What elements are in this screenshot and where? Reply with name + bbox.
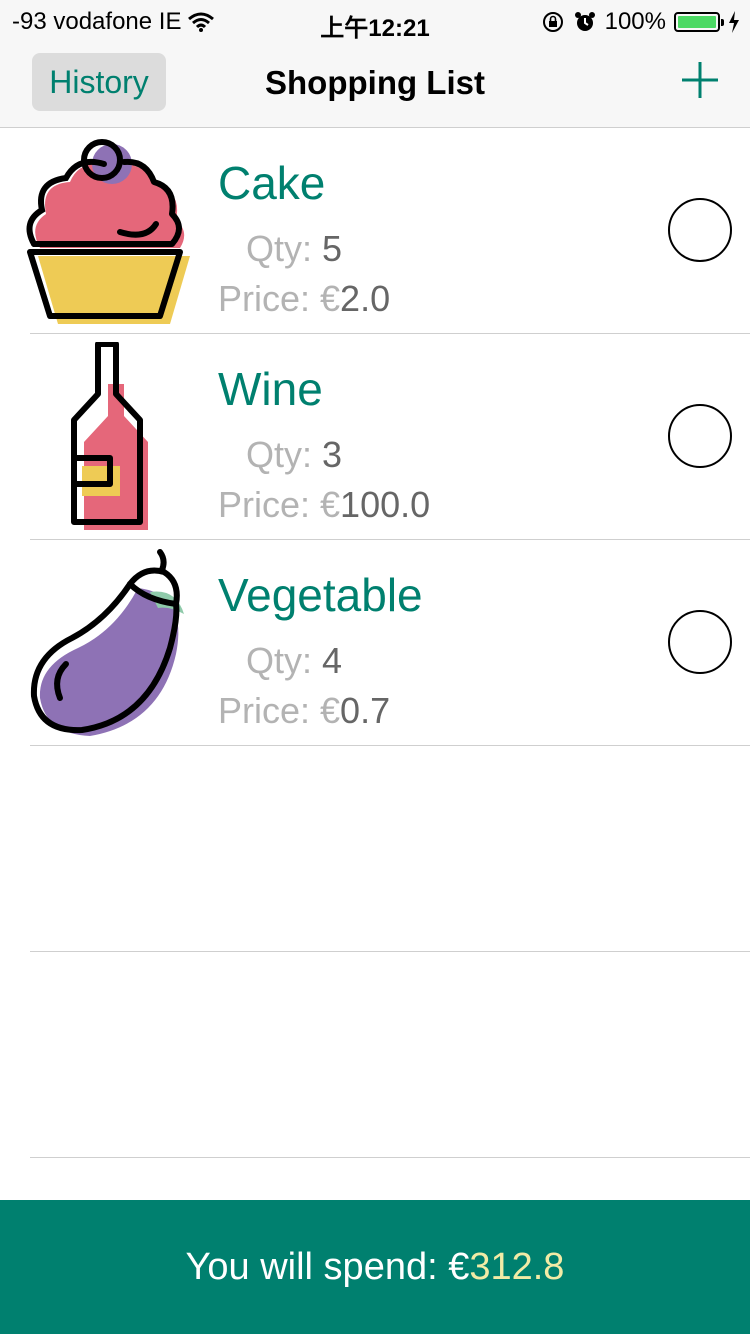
qty-label: Qty: (246, 228, 313, 269)
plus-icon[interactable] (680, 60, 720, 100)
status-bar: -93 vodafone IE 上午12:21 100% (0, 0, 750, 42)
cupcake-icon (26, 139, 190, 324)
battery-icon (674, 12, 724, 32)
item-checkbox[interactable] (668, 198, 732, 262)
price-label: Price: € (218, 278, 341, 319)
item-name: Vegetable (218, 569, 423, 621)
price-value: 2.0 (340, 278, 391, 319)
navigation-bar: History Shopping List (0, 40, 750, 128)
item-checkbox[interactable] (668, 610, 732, 674)
orientation-lock-icon (542, 12, 563, 32)
list-item-vegetable[interactable]: Vegetable Qty: 4 Price: €0.7 (0, 540, 750, 746)
price-value: 0.7 (340, 690, 391, 731)
item-name: Wine (218, 363, 323, 415)
empty-row (0, 952, 750, 1158)
list-item-wine[interactable]: Wine Qty: 3 Price: €100.0 (0, 334, 750, 540)
item-name: Cake (218, 157, 326, 209)
charging-bolt-icon (729, 11, 739, 33)
item-qty: Qty: 5 (246, 228, 342, 270)
qty-value: 5 (322, 228, 343, 269)
total-value: 312.8 (469, 1245, 565, 1288)
price-label: Price: € (218, 484, 341, 525)
price-label: Price: € (218, 690, 341, 731)
item-qty: Qty: 4 (246, 640, 342, 682)
price-value: 100.0 (340, 484, 431, 525)
shopping-list: Cake Qty: 5 Price: €2.0 Wine Qty: 3 Pric… (0, 128, 750, 1158)
item-price: Price: €100.0 (218, 484, 430, 526)
item-checkbox[interactable] (668, 404, 732, 468)
empty-row (0, 746, 750, 952)
item-price: Price: €0.7 (218, 690, 390, 732)
page-title: Shopping List (265, 64, 485, 101)
item-price: Price: €2.0 (218, 278, 390, 320)
status-right: 100% (541, 8, 740, 36)
alarm-icon (574, 12, 595, 31)
shopping-list-screen: -93 vodafone IE 上午12:21 100% History Sho… (0, 0, 750, 1334)
wine-bottle-icon (71, 342, 148, 530)
qty-value: 3 (322, 434, 343, 475)
item-qty: Qty: 3 (246, 434, 342, 476)
eggplant-icon (30, 549, 184, 736)
battery-percent: 100% (604, 8, 666, 35)
total-footer: You will spend: €312.8 (0, 1200, 750, 1334)
qty-label: Qty: (246, 434, 313, 475)
qty-label: Qty: (246, 640, 313, 681)
list-item-cake[interactable]: Cake Qty: 5 Price: €2.0 (0, 128, 750, 334)
qty-value: 4 (322, 640, 343, 681)
row-divider (30, 1157, 750, 1158)
total-label: You will spend: € (185, 1245, 470, 1288)
battery-level (678, 16, 716, 28)
